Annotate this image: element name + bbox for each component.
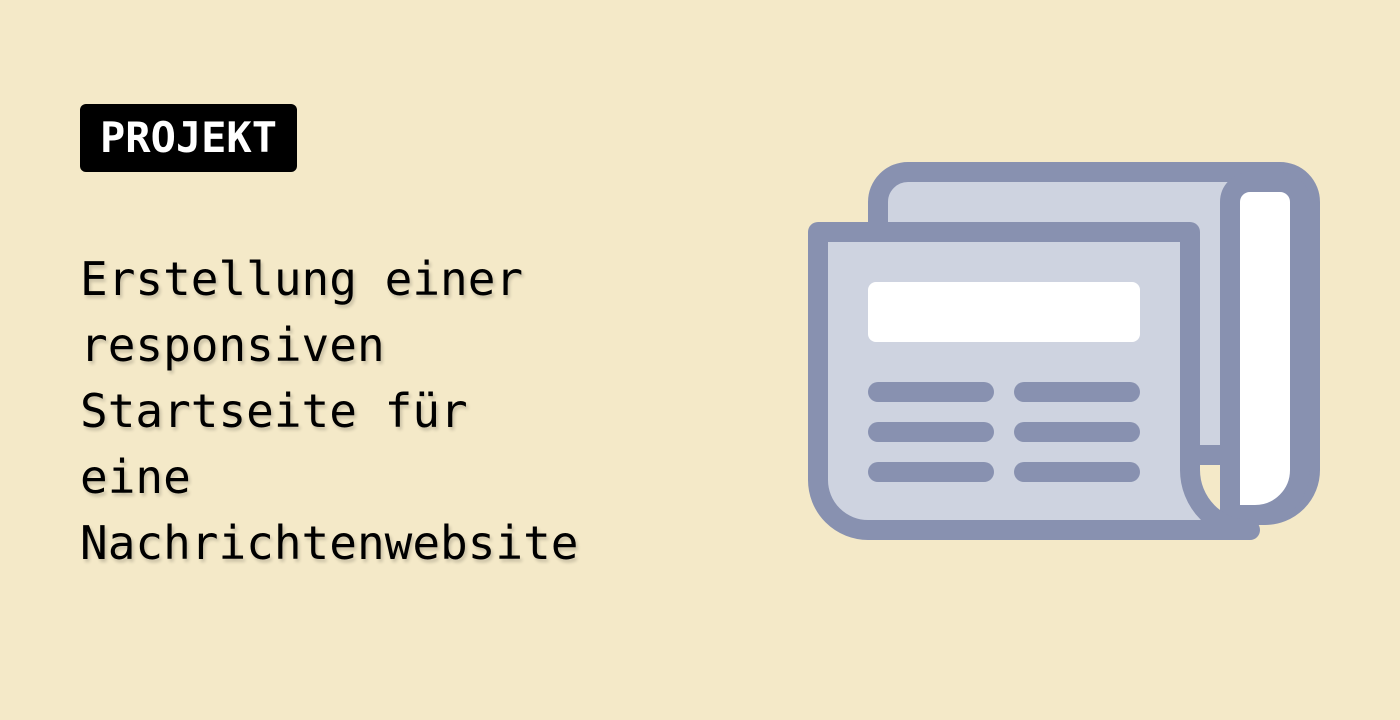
newspaper-text-line: [868, 422, 994, 442]
project-badge: PROJEKT: [80, 104, 298, 172]
title-line: eine: [80, 450, 191, 504]
project-badge-label: PROJEKT: [100, 113, 278, 162]
newspaper-text-line: [868, 462, 994, 482]
title-line: Startseite für: [80, 384, 468, 438]
title-line: responsiven: [80, 318, 385, 372]
newspaper-headline: [868, 282, 1140, 342]
newspaper-front-sheet: [808, 222, 1260, 540]
newspaper-text-line: [1014, 462, 1140, 482]
newspaper-icon: [808, 162, 1320, 540]
page-title: Erstellung einer responsiven Startseite …: [80, 246, 720, 576]
newspaper-text-line: [868, 382, 994, 402]
newspaper-text-line: [1014, 422, 1140, 442]
title-line: Nachrichtenwebsite: [80, 516, 579, 570]
newspaper-scroll-edge: [1220, 172, 1310, 525]
title-line: Erstellung einer: [80, 252, 524, 306]
newspaper-text-line: [1014, 382, 1140, 402]
